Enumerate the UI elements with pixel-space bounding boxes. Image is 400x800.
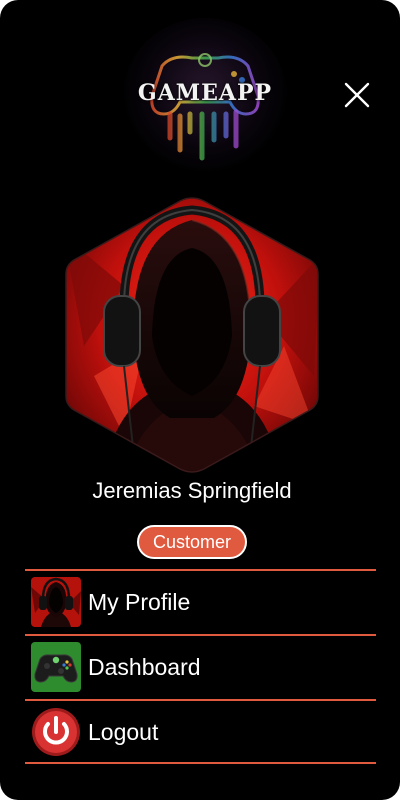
close-icon xyxy=(344,82,370,108)
gamepad-icon xyxy=(31,642,81,692)
user-avatar[interactable] xyxy=(64,196,320,474)
navigation-menu: My Profile Dashboard Logout xyxy=(25,569,376,764)
role-badge: Customer xyxy=(137,525,247,559)
menu-item-my-profile[interactable]: My Profile xyxy=(25,569,376,634)
menu-item-dashboard[interactable]: Dashboard xyxy=(25,634,376,699)
profile-avatar-icon xyxy=(31,577,81,627)
menu-item-label: My Profile xyxy=(88,589,191,615)
menu-item-label: Dashboard xyxy=(88,654,201,680)
side-menu-panel: GAMEAPP Jeremias Springfield Customer My… xyxy=(0,0,400,800)
user-name: Jeremias Springfield xyxy=(92,478,292,503)
menu-item-logout[interactable]: Logout xyxy=(25,699,376,764)
menu-item-label: Logout xyxy=(88,719,159,745)
app-logo-text: GAMEAPP xyxy=(137,80,273,106)
power-icon xyxy=(31,707,81,757)
close-button[interactable] xyxy=(342,80,372,110)
app-logo: GAMEAPP xyxy=(122,18,288,178)
